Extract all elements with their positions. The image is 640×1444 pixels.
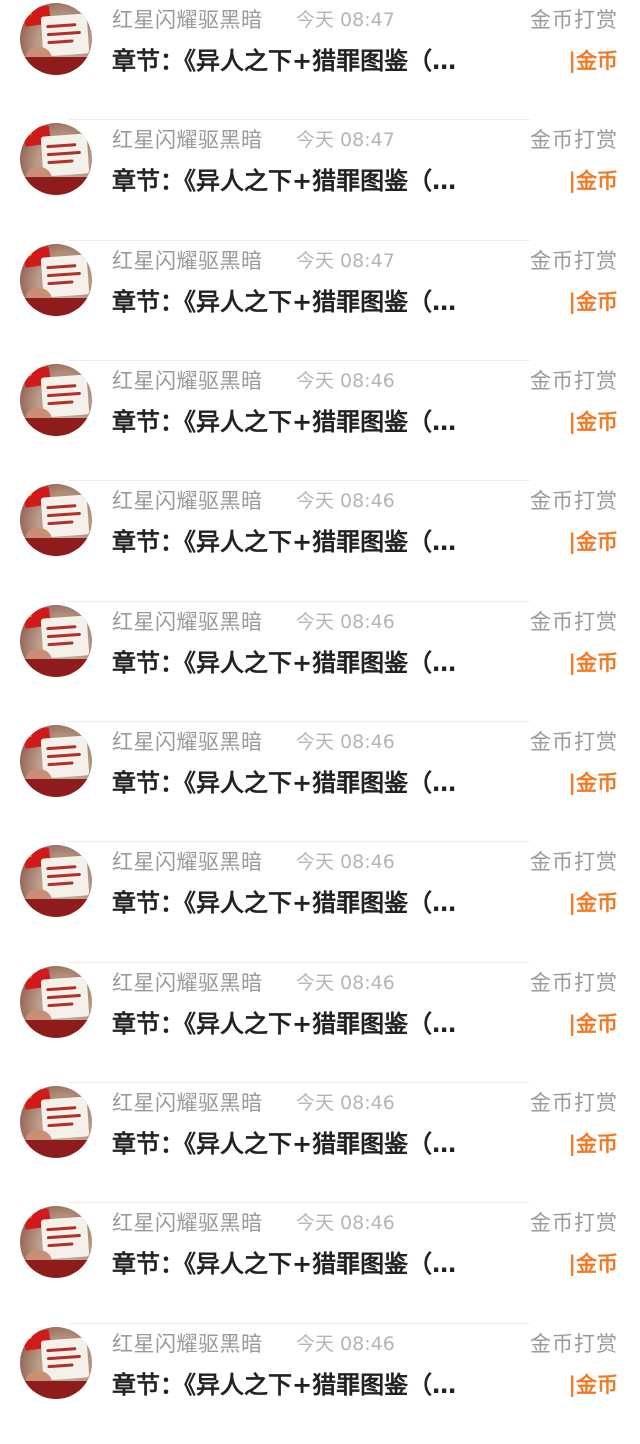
username[interactable]: 红星闪耀驱黑暗 [112,609,263,635]
coin-amount: |金币 [568,891,618,916]
list-item[interactable]: 红星闪耀驱黑暗 今天 08:46 金币打赏 章节：《异人之下+猎罪图鉴（… |金… [0,963,640,1083]
reward-label: 金币打赏 [530,970,618,995]
list-item[interactable]: 红星闪耀驱黑暗 今天 08:46 金币打赏 章节：《异人之下+猎罪图鉴（… |金… [0,602,640,722]
avatar-base-image [20,297,92,316]
chapter-title[interactable]: 章节：《异人之下+猎罪图鉴（… [112,766,512,800]
chapter-title[interactable]: 章节：《异人之下+猎罪图鉴（… [112,1368,512,1402]
coin-amount: |金币 [568,1252,618,1277]
coin-amount: |金币 [568,49,618,73]
avatar[interactable] [20,965,92,1038]
avatar-base-image [20,658,92,677]
chapter-title[interactable]: 章节：《异人之下+猎罪图鉴（… [112,1127,512,1161]
avatar[interactable] [20,845,92,918]
username[interactable]: 红星闪耀驱黑暗 [112,970,263,996]
reward-list: 红星闪耀驱黑暗 今天 08:47 金币打赏 章节：《异人之下+猎罪图鉴（… |金… [0,0,640,1444]
coin-amount: |金币 [568,770,618,795]
username[interactable]: 红星闪耀驱黑暗 [112,1331,263,1357]
reward-label: 金币打赏 [530,1331,618,1356]
avatar-base-image [20,899,92,918]
username[interactable]: 红星闪耀驱黑暗 [112,849,263,875]
list-item[interactable]: 红星闪耀驱黑暗 今天 08:46 金币打赏 章节：《异人之下+猎罪图鉴（… |金… [0,1324,640,1444]
timestamp: 今天 08:46 [296,610,395,633]
chapter-title[interactable]: 章节：《异人之下+猎罪图鉴（… [112,525,512,559]
avatar-base-image [20,177,92,196]
avatar[interactable] [20,1326,92,1399]
avatar-base-image [20,417,92,436]
avatar-base-image [20,538,92,557]
timestamp: 今天 08:46 [296,1332,395,1355]
list-item[interactable]: 红星闪耀驱黑暗 今天 08:47 金币打赏 章节：《异人之下+猎罪图鉴（… |金… [0,241,640,361]
username[interactable]: 红星闪耀驱黑暗 [112,1210,263,1236]
chapter-title[interactable]: 章节：《异人之下+猎罪图鉴（… [112,1247,512,1281]
username[interactable]: 红星闪耀驱黑暗 [112,7,263,33]
reward-label: 金币打赏 [530,248,618,273]
list-item[interactable]: 红星闪耀驱黑暗 今天 08:46 金币打赏 章节：《异人之下+猎罪图鉴（… |金… [0,1083,640,1204]
chapter-title[interactable]: 章节：《异人之下+猎罪图鉴（… [112,1007,512,1041]
avatar[interactable] [20,363,92,436]
list-item[interactable]: 红星闪耀驱黑暗 今天 08:47 金币打赏 章节：《异人之下+猎罪图鉴（… |金… [0,120,640,241]
reward-label: 金币打赏 [530,609,618,634]
list-item[interactable]: 红星闪耀驱黑暗 今天 08:46 金币打赏 章节：《异人之下+猎罪图鉴（… |金… [0,842,640,963]
timestamp: 今天 08:46 [296,730,395,753]
list-item[interactable]: 红星闪耀驱黑暗 今天 08:46 金币打赏 章节：《异人之下+猎罪图鉴（… |金… [0,1203,640,1324]
list-item[interactable]: 红星闪耀驱黑暗 今天 08:46 金币打赏 章节：《异人之下+猎罪图鉴（… |金… [0,481,640,602]
list-item[interactable]: 红星闪耀驱黑暗 今天 08:46 金币打赏 章节：《异人之下+猎罪图鉴（… |金… [0,722,640,843]
chapter-title[interactable]: 章节：《异人之下+猎罪图鉴（… [112,44,512,78]
timestamp: 今天 08:46 [296,490,395,513]
coin-amount: |金币 [568,289,618,314]
reward-label: 金币打赏 [530,8,618,32]
chapter-title[interactable]: 章节：《异人之下+猎罪图鉴（… [112,646,512,680]
username[interactable]: 红星闪耀驱黑暗 [112,248,263,274]
avatar-base-image [20,57,92,75]
timestamp: 今天 08:46 [296,971,395,994]
coin-amount: |金币 [568,1372,618,1397]
avatar[interactable] [20,484,92,557]
reward-label: 金币打赏 [530,1211,618,1236]
timestamp: 今天 08:47 [296,129,395,152]
timestamp: 今天 08:47 [296,249,395,272]
username[interactable]: 红星闪耀驱黑暗 [112,1090,263,1116]
chapter-title[interactable]: 章节：《异人之下+猎罪图鉴（… [112,405,512,439]
avatar-base-image [20,778,92,797]
username[interactable]: 红星闪耀驱黑暗 [112,488,263,514]
reward-label: 金币打赏 [530,128,618,153]
avatar-base-image [20,1260,92,1279]
timestamp: 今天 08:46 [296,1091,395,1114]
timestamp: 今天 08:46 [296,851,395,874]
avatar[interactable] [20,123,92,196]
avatar-base-image [20,1019,92,1038]
coin-amount: |金币 [568,409,618,434]
reward-label: 金币打赏 [530,368,618,393]
username[interactable]: 红星闪耀驱黑暗 [112,127,263,153]
list-item[interactable]: 红星闪耀驱黑暗 今天 08:47 金币打赏 章节：《异人之下+猎罪图鉴（… |金… [0,0,640,121]
coin-amount: |金币 [568,1131,618,1156]
avatar[interactable] [20,604,92,677]
reward-label: 金币打赏 [530,850,618,875]
avatar[interactable] [20,1085,92,1158]
coin-amount: |金币 [568,530,618,555]
reward-label: 金币打赏 [530,1090,618,1115]
chapter-title[interactable]: 章节：《异人之下+猎罪图鉴（… [112,285,512,319]
reward-label: 金币打赏 [530,489,618,514]
avatar-base-image [20,1139,92,1158]
avatar[interactable] [20,3,92,75]
list-item[interactable]: 红星闪耀驱黑暗 今天 08:46 金币打赏 章节：《异人之下+猎罪图鉴（… |金… [0,361,640,482]
chapter-title[interactable]: 章节：《异人之下+猎罪图鉴（… [112,886,512,920]
avatar[interactable] [20,724,92,797]
chapter-title[interactable]: 章节：《异人之下+猎罪图鉴（… [112,164,512,198]
avatar-base-image [20,1380,92,1399]
timestamp: 今天 08:46 [296,369,395,392]
coin-amount: |金币 [568,650,618,675]
avatar[interactable] [20,1206,92,1279]
username[interactable]: 红星闪耀驱黑暗 [112,368,263,394]
timestamp: 今天 08:46 [296,1212,395,1235]
coin-amount: |金币 [568,169,618,194]
timestamp: 今天 08:47 [296,9,395,31]
username[interactable]: 红星闪耀驱黑暗 [112,729,263,755]
reward-label: 金币打赏 [530,729,618,754]
avatar[interactable] [20,243,92,316]
coin-amount: |金币 [568,1011,618,1036]
